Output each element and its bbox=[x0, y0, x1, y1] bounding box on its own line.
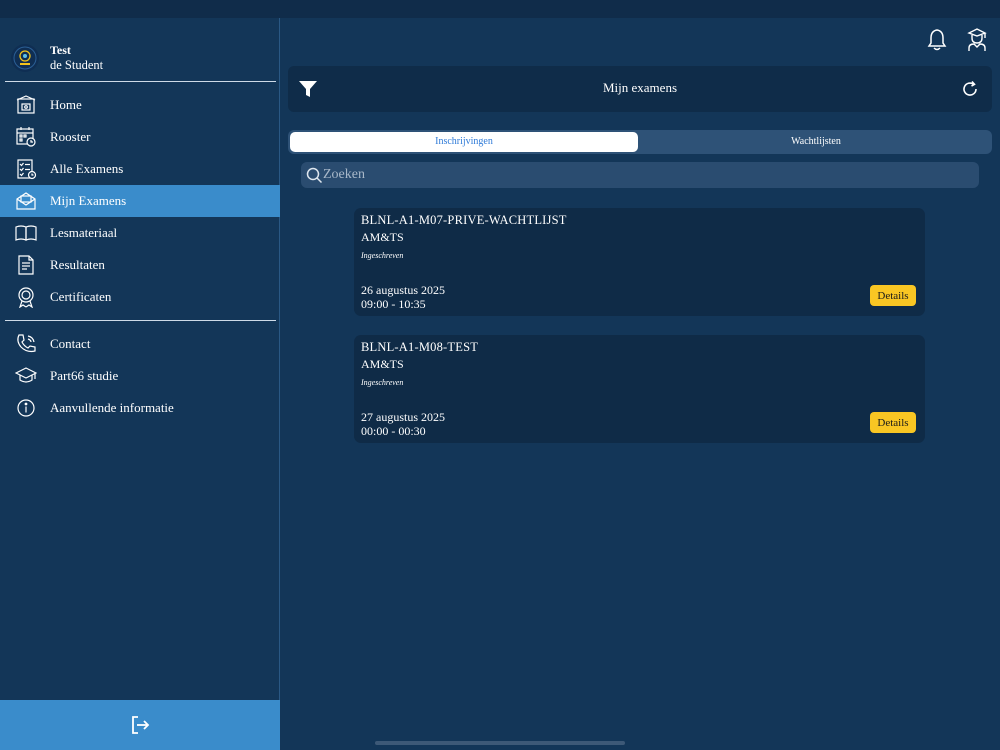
phone-icon bbox=[17, 334, 36, 353]
profile-name: Test bbox=[50, 43, 71, 57]
exam-card[interactable]: BLNL-A1-M07-PRIVE-WACHTLIJST AM&TS Inges… bbox=[354, 208, 925, 316]
book-icon bbox=[15, 225, 37, 241]
exam-status: Ingeschreven bbox=[361, 251, 404, 260]
sidebar: Test de Student Home Rooster Alle Examen… bbox=[0, 18, 280, 750]
sidebar-item-label: Mijn Examens bbox=[50, 193, 127, 208]
home-indicator[interactable] bbox=[375, 741, 625, 745]
sidebar-item-label: Resultaten bbox=[50, 257, 105, 272]
exam-code: BLNL-A1-M07-PRIVE-WACHTLIJST bbox=[361, 213, 567, 227]
info-icon bbox=[17, 399, 35, 417]
exam-organization: AM&TS bbox=[361, 357, 404, 371]
sidebar-item-mijn-examens[interactable]: Mijn Examens bbox=[0, 185, 280, 217]
main-content: Mijn examens Inschrijvingen Wachtlijsten… bbox=[281, 18, 1000, 750]
details-button[interactable]: Details bbox=[870, 412, 916, 433]
logo-icon bbox=[13, 46, 37, 70]
exam-date: 26 augustus 2025 bbox=[361, 283, 445, 297]
sidebar-item-alle-examens[interactable]: Alle Examens bbox=[0, 153, 280, 185]
exam-status: Ingeschreven bbox=[361, 378, 404, 387]
sidebar-item-rooster[interactable]: Rooster bbox=[0, 121, 280, 153]
profile-subtitle: de Student bbox=[50, 58, 104, 72]
sidebar-item-label: Certificaten bbox=[50, 289, 112, 304]
exam-organization: AM&TS bbox=[361, 230, 404, 244]
document-icon bbox=[18, 255, 34, 275]
exam-card[interactable]: BLNL-A1-M08-TEST AM&TS Ingeschreven 27 a… bbox=[354, 335, 925, 443]
tab-inschrijvingen[interactable]: Inschrijvingen bbox=[290, 132, 638, 152]
status-bar bbox=[0, 0, 1000, 18]
refresh-icon[interactable] bbox=[961, 80, 979, 98]
divider bbox=[5, 320, 276, 321]
avatar[interactable] bbox=[11, 44, 39, 72]
calendar-clock-icon bbox=[16, 127, 36, 147]
exam-time: 00:00 - 00:30 bbox=[361, 424, 426, 438]
page-header: Mijn examens bbox=[288, 66, 992, 112]
tab-bar: Inschrijvingen Wachtlijsten bbox=[288, 130, 992, 154]
home-icon bbox=[16, 95, 36, 114]
sidebar-item-home[interactable]: Home bbox=[0, 89, 280, 121]
notifications-button[interactable] bbox=[926, 28, 948, 52]
graduation-cap-icon bbox=[15, 367, 37, 383]
sidebar-item-contact[interactable]: Contact bbox=[0, 328, 280, 360]
tab-wachtlijsten[interactable]: Wachtlijsten bbox=[642, 132, 990, 152]
logout-icon bbox=[132, 716, 150, 734]
sidebar-item-certificaten[interactable]: Certificaten bbox=[0, 281, 280, 313]
exam-code: BLNL-A1-M08-TEST bbox=[361, 340, 479, 354]
sidebar-item-label: Contact bbox=[50, 336, 91, 351]
checklist-icon bbox=[17, 159, 37, 180]
exam-time: 09:00 - 10:35 bbox=[361, 297, 426, 311]
search-input[interactable] bbox=[323, 165, 963, 185]
sidebar-item-label: Lesmateriaal bbox=[50, 225, 118, 240]
bell-icon bbox=[927, 29, 947, 51]
envelope-icon bbox=[16, 192, 36, 210]
page-title: Mijn examens bbox=[602, 80, 677, 95]
sidebar-item-label: Rooster bbox=[50, 129, 91, 144]
sidebar-item-lesmateriaal[interactable]: Lesmateriaal bbox=[0, 217, 280, 249]
logout-button[interactable] bbox=[0, 700, 280, 750]
profile-button[interactable] bbox=[966, 28, 988, 52]
search-icon bbox=[306, 167, 323, 184]
sidebar-item-aanvullende-informatie[interactable]: Aanvullende informatie bbox=[0, 392, 280, 424]
sidebar-item-label: Home bbox=[50, 97, 82, 112]
sidebar-item-resultaten[interactable]: Resultaten bbox=[0, 249, 280, 281]
badge-icon bbox=[18, 287, 34, 308]
details-button[interactable]: Details bbox=[870, 285, 916, 306]
sidebar-item-label: Aanvullende informatie bbox=[50, 400, 174, 415]
profile: Test de Student bbox=[0, 18, 280, 82]
student-icon bbox=[967, 28, 987, 51]
top-icons bbox=[926, 28, 988, 52]
divider bbox=[5, 81, 276, 82]
search-bar bbox=[301, 162, 979, 188]
exam-date: 27 augustus 2025 bbox=[361, 410, 445, 424]
sidebar-item-label: Part66 studie bbox=[50, 368, 119, 383]
sidebar-item-part66-studie[interactable]: Part66 studie bbox=[0, 360, 280, 392]
sidebar-item-label: Alle Examens bbox=[50, 161, 124, 176]
